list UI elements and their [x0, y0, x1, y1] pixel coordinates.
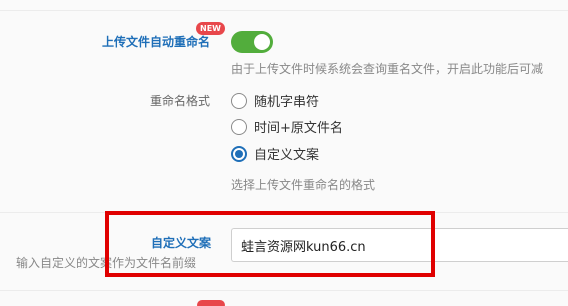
radio-time-filename[interactable]: 时间+原文件名 — [231, 117, 343, 136]
divider — [0, 10, 568, 11]
radio-custom-text[interactable]: 自定义文案 — [231, 144, 319, 163]
radio-random-string[interactable]: 随机字串符 — [231, 91, 319, 110]
auto-rename-description: 由于上传文件时候系统会查询重名文件，开启此功能后可减 — [231, 62, 544, 76]
auto-rename-label: 上传文件自动重命名 — [101, 35, 210, 49]
radio-label: 自定义文案 — [254, 148, 320, 163]
toggle-knob — [254, 34, 270, 50]
custom-text-label: 自定义文案 — [150, 236, 211, 250]
radio-label: 随机字串符 — [254, 95, 320, 110]
divider — [0, 290, 568, 291]
new-badge: NEW — [196, 22, 225, 35]
custom-text-description: 输入自定义的文案作为文件名前缀 — [16, 256, 197, 270]
rename-format-description: 选择上传文件重命名的格式 — [231, 178, 376, 192]
radio-circle-checked[interactable] — [231, 145, 247, 162]
radio-circle[interactable] — [231, 92, 247, 109]
settings-panel: 上传文件自动重命名 NEW 由于上传文件时候系统会查询重名文件，开启此功能后可减… — [0, 0, 568, 306]
rename-format-label: 重命名格式 — [149, 94, 210, 108]
auto-rename-toggle[interactable] — [231, 31, 273, 53]
radio-circle[interactable] — [231, 118, 247, 135]
new-badge-partial — [197, 300, 225, 306]
divider — [0, 212, 568, 213]
custom-text-input[interactable] — [231, 228, 568, 262]
radio-label: 时间+原文件名 — [254, 121, 343, 136]
